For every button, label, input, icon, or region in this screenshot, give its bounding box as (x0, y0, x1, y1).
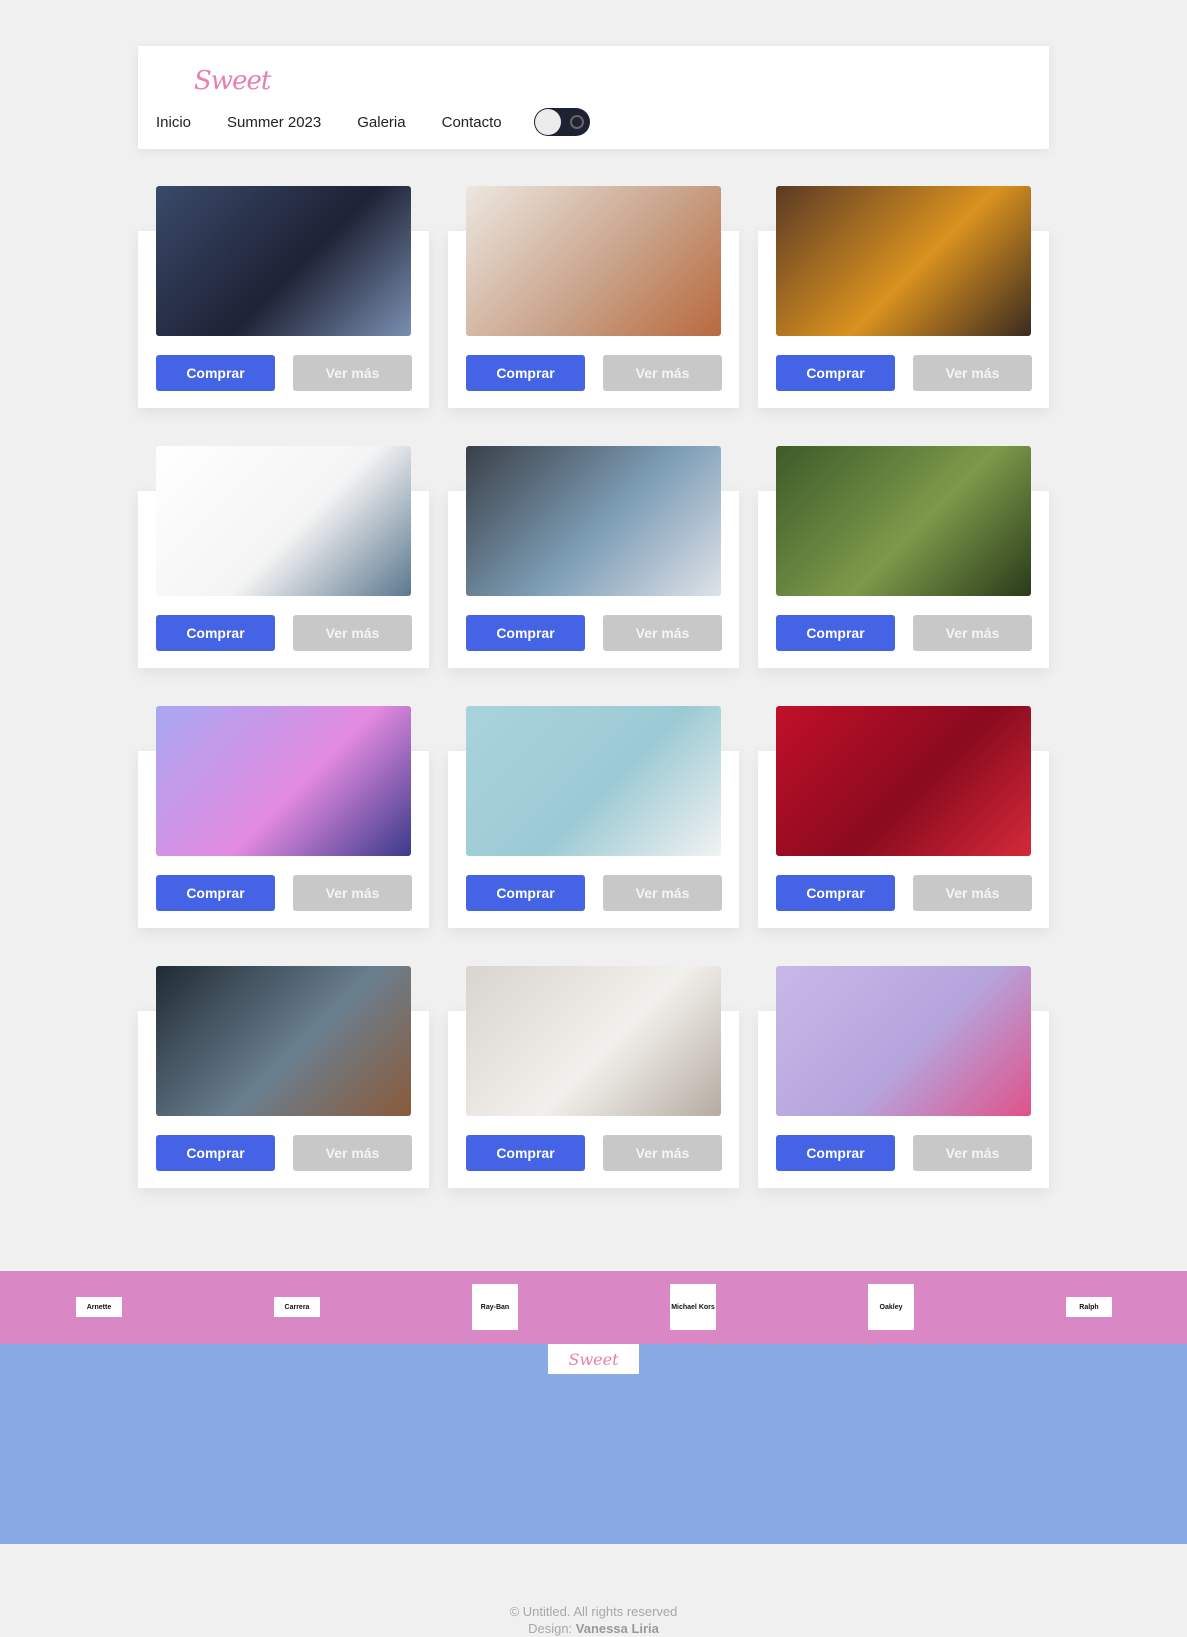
product-card: Comprar Ver más (138, 186, 429, 408)
product-photo[interactable] (776, 966, 1031, 1116)
product-photo[interactable] (776, 186, 1031, 336)
see-more-button[interactable]: Ver más (913, 355, 1032, 391)
buy-button[interactable]: Comprar (466, 615, 585, 651)
buy-button[interactable]: Comprar (466, 875, 585, 911)
see-more-button[interactable]: Ver más (603, 355, 722, 391)
site-header: Sweet Inicio Summer 2023 Galeria Contact… (138, 46, 1049, 149)
see-more-button[interactable]: Ver más (293, 355, 412, 391)
see-more-button[interactable]: Ver más (603, 875, 722, 911)
see-more-button[interactable]: Ver más (603, 1135, 722, 1171)
design-label: Design: (528, 1621, 573, 1636)
site-logo[interactable]: Sweet (194, 66, 271, 96)
buy-button[interactable]: Comprar (776, 615, 895, 651)
product-card: Comprar Ver más (758, 966, 1049, 1188)
footer: Sweet (0, 1344, 1187, 1544)
product-card: Comprar Ver más (448, 186, 739, 408)
brand-logo[interactable]: Michael Kors (670, 1284, 716, 1330)
buy-button[interactable]: Comprar (776, 355, 895, 391)
product-card: Comprar Ver más (758, 446, 1049, 668)
product-photo[interactable] (156, 706, 411, 856)
see-more-button[interactable]: Ver más (913, 615, 1032, 651)
brand-logo[interactable]: Oakley (868, 1284, 914, 1330)
main-nav: Inicio Summer 2023 Galeria Contacto (156, 114, 538, 131)
product-card: Comprar Ver más (138, 706, 429, 928)
buy-button[interactable]: Comprar (156, 1135, 275, 1171)
toggle-knob (535, 109, 561, 135)
product-photo[interactable] (156, 966, 411, 1116)
brand-logo[interactable]: Ray-Ban (472, 1284, 518, 1330)
designer-name[interactable]: Vanessa Liria (576, 1621, 659, 1636)
product-photo[interactable] (466, 446, 721, 596)
brands-bar: Arnette Carrera Ray-Ban Michael Kors Oakley R… (0, 1271, 1187, 1344)
product-photo[interactable] (156, 446, 411, 596)
product-card: Comprar Ver más (448, 706, 739, 928)
design-credit: Design: Vanessa Liria (0, 1620, 1187, 1637)
buy-button[interactable]: Comprar (156, 615, 275, 651)
product-photo[interactable] (776, 706, 1031, 856)
see-more-button[interactable]: Ver más (913, 1135, 1032, 1171)
see-more-button[interactable]: Ver más (293, 1135, 412, 1171)
buy-button[interactable]: Comprar (156, 875, 275, 911)
footer-logo[interactable]: Sweet (548, 1344, 639, 1374)
product-card: Comprar Ver más (138, 966, 429, 1188)
buy-button[interactable]: Comprar (776, 1135, 895, 1171)
product-card: Comprar Ver más (448, 966, 739, 1188)
nav-link-inicio[interactable]: Inicio (156, 114, 191, 131)
product-photo[interactable] (776, 446, 1031, 596)
theme-toggle[interactable] (534, 108, 590, 136)
nav-link-summer[interactable]: Summer 2023 (227, 114, 321, 131)
buy-button[interactable]: Comprar (466, 1135, 585, 1171)
copyright: © Untitled. All rights reserved Design: … (0, 1603, 1187, 1637)
buy-button[interactable]: Comprar (156, 355, 275, 391)
see-more-button[interactable]: Ver más (603, 615, 722, 651)
brand-logo[interactable]: Ralph (1066, 1297, 1112, 1317)
see-more-button[interactable]: Ver más (913, 875, 1032, 911)
product-photo[interactable] (466, 186, 721, 336)
copyright-text: © Untitled. All rights reserved (509, 1604, 678, 1619)
see-more-button[interactable]: Ver más (293, 875, 412, 911)
product-card: Comprar Ver más (758, 706, 1049, 928)
product-card: Comprar Ver más (138, 446, 429, 668)
buy-button[interactable]: Comprar (466, 355, 585, 391)
product-photo[interactable] (466, 966, 721, 1116)
product-card: Comprar Ver más (758, 186, 1049, 408)
nav-link-contacto[interactable]: Contacto (442, 114, 502, 131)
product-photo[interactable] (156, 186, 411, 336)
see-more-button[interactable]: Ver más (293, 615, 412, 651)
product-card: Comprar Ver más (448, 446, 739, 668)
brand-logo[interactable]: Carrera (274, 1297, 320, 1317)
brand-logo[interactable]: Arnette (76, 1297, 122, 1317)
product-photo[interactable] (466, 706, 721, 856)
buy-button[interactable]: Comprar (776, 875, 895, 911)
nav-link-galeria[interactable]: Galeria (357, 114, 405, 131)
moon-icon (570, 115, 584, 129)
